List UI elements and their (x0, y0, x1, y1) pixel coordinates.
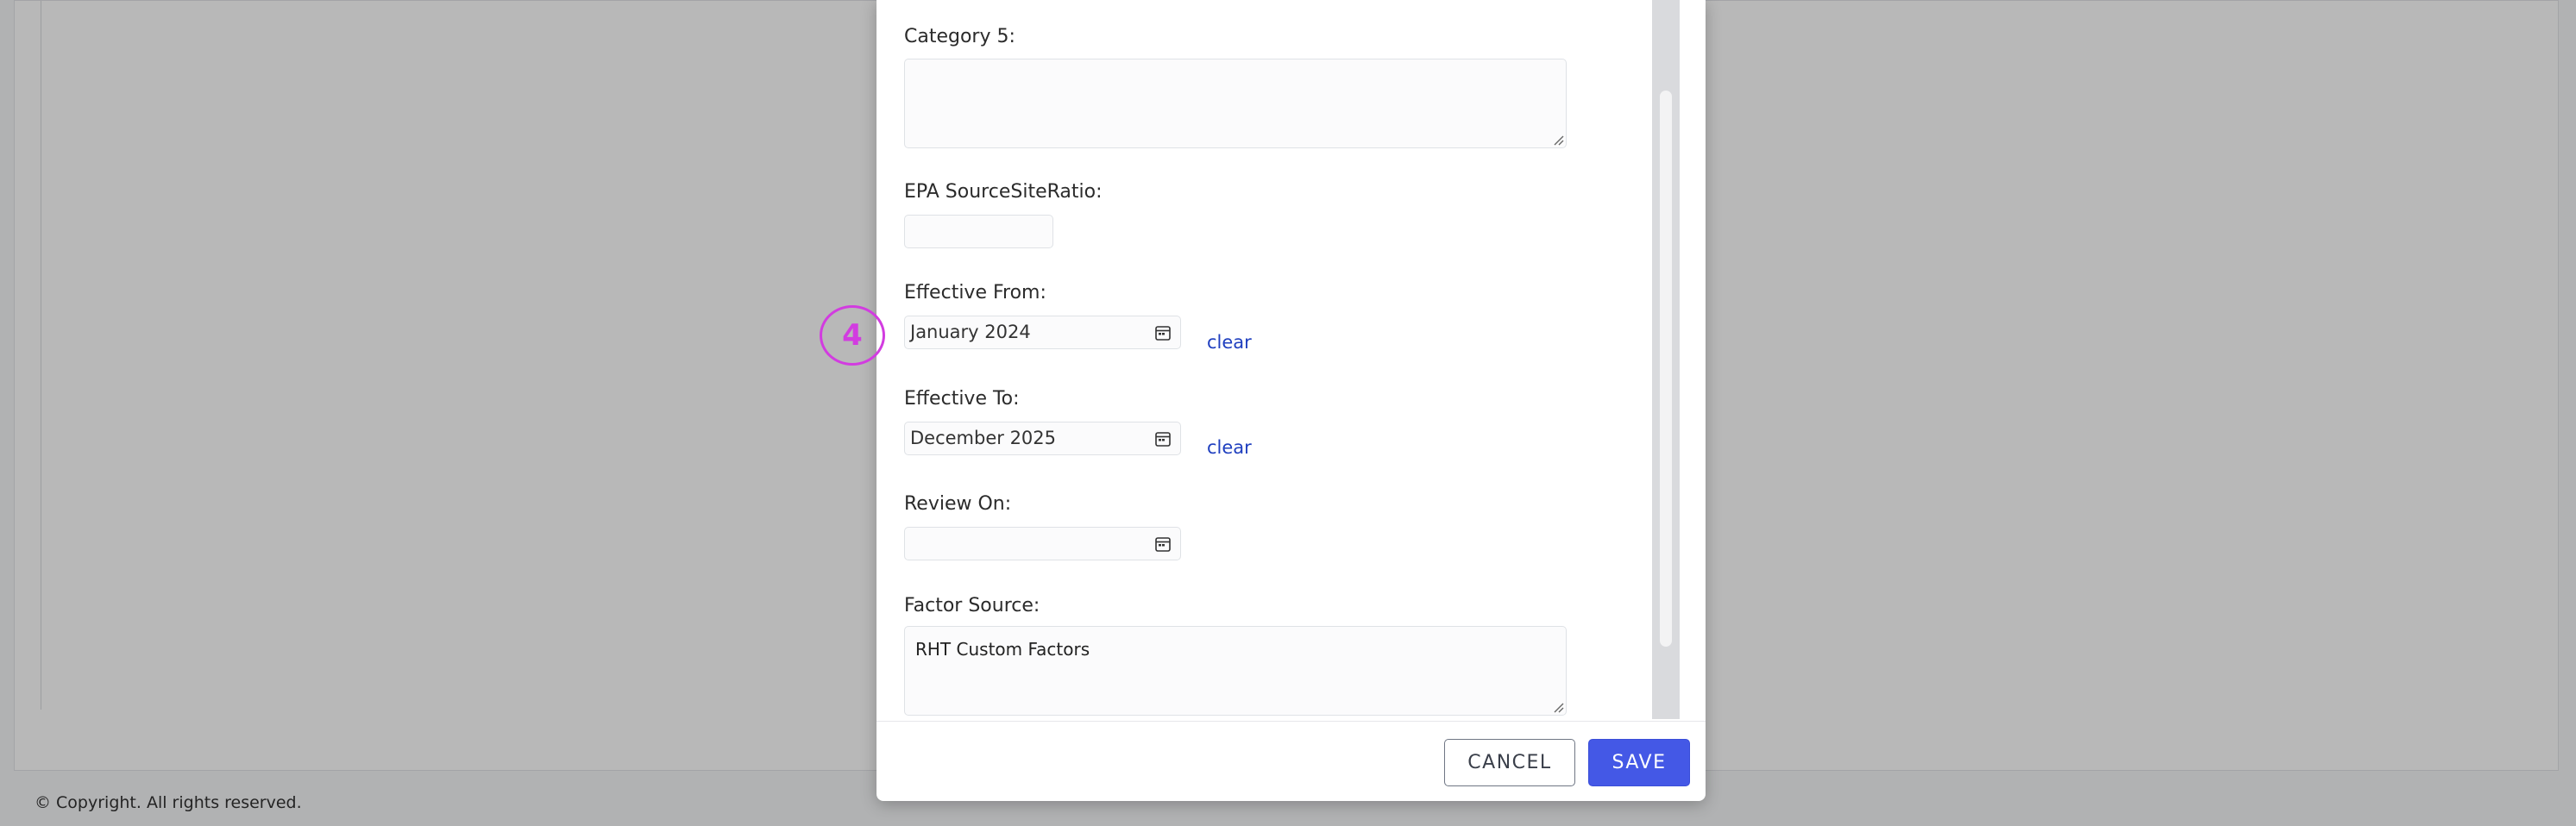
scrollbar-thumb[interactable] (1660, 91, 1672, 647)
effective-to-clear-link[interactable]: clear (1207, 437, 1252, 458)
modal-scrollbar[interactable] (1652, 0, 1680, 719)
factor-source-textarea[interactable]: RHT Custom Factors (904, 626, 1567, 716)
calendar-icon[interactable] (1154, 324, 1172, 341)
calendar-icon[interactable] (1154, 430, 1172, 447)
category5-label: Category 5: (904, 26, 1015, 47)
resize-grip-icon[interactable] (1552, 701, 1564, 713)
modal-footer-divider (876, 721, 1706, 722)
effective-to-label: Effective To: (904, 388, 1020, 410)
review-on-input[interactable] (904, 527, 1181, 560)
effective-from-input[interactable]: January 2024 (904, 316, 1181, 349)
effective-from-value: January 2024 (910, 322, 1031, 342)
cancel-button[interactable]: CANCEL (1444, 739, 1575, 786)
save-button[interactable]: SAVE (1588, 739, 1690, 786)
epa-ratio-label: EPA SourceSiteRatio: (904, 181, 1103, 203)
calendar-icon[interactable] (1154, 535, 1172, 553)
step-marker-badge: 4 (820, 305, 885, 366)
review-on-label: Review On: (904, 493, 1012, 515)
epa-ratio-input[interactable] (904, 215, 1053, 248)
effective-to-value: December 2025 (910, 428, 1057, 448)
factor-source-label: Factor Source: (904, 595, 1040, 616)
edit-factor-modal: Category 5: EPA SourceSiteRatio: Effecti… (876, 0, 1706, 801)
resize-grip-icon[interactable] (1552, 134, 1564, 146)
effective-to-input[interactable]: December 2025 (904, 422, 1181, 455)
modal-body: Category 5: EPA SourceSiteRatio: Effecti… (876, 0, 1706, 719)
effective-from-label: Effective From: (904, 282, 1046, 303)
category5-textarea[interactable] (904, 59, 1567, 148)
effective-from-clear-link[interactable]: clear (1207, 332, 1252, 353)
factor-source-value: RHT Custom Factors (915, 639, 1090, 660)
